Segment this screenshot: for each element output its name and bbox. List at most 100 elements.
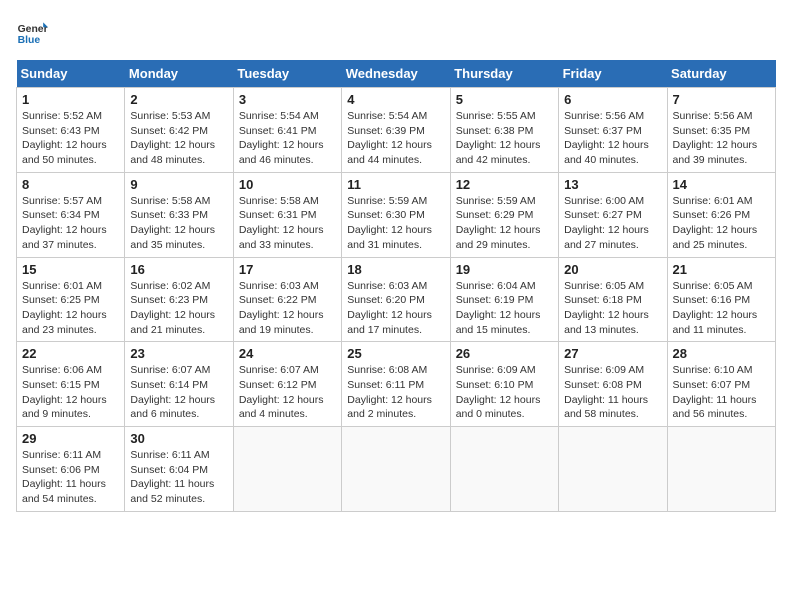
calendar-cell: 30 Sunrise: 6:11 AMSunset: 6:04 PMDaylig… [125, 427, 233, 512]
calendar-cell [559, 427, 667, 512]
day-number: 28 [673, 346, 770, 361]
day-info: Sunrise: 5:59 AMSunset: 6:30 PMDaylight:… [347, 195, 432, 251]
calendar-cell: 22 Sunrise: 6:06 AMSunset: 6:15 PMDaylig… [17, 342, 125, 427]
day-number: 30 [130, 431, 227, 446]
dow-header: Tuesday [233, 60, 341, 88]
calendar-cell: 9 Sunrise: 5:58 AMSunset: 6:33 PMDayligh… [125, 172, 233, 257]
calendar-cell: 10 Sunrise: 5:58 AMSunset: 6:31 PMDaylig… [233, 172, 341, 257]
day-number: 22 [22, 346, 119, 361]
day-number: 5 [456, 92, 553, 107]
day-number: 7 [673, 92, 770, 107]
day-number: 23 [130, 346, 227, 361]
day-number: 4 [347, 92, 444, 107]
svg-text:Blue: Blue [18, 35, 41, 46]
calendar-cell: 21 Sunrise: 6:05 AMSunset: 6:16 PMDaylig… [667, 257, 775, 342]
day-number: 24 [239, 346, 336, 361]
calendar-cell: 8 Sunrise: 5:57 AMSunset: 6:34 PMDayligh… [17, 172, 125, 257]
calendar-cell [667, 427, 775, 512]
day-info: Sunrise: 6:04 AMSunset: 6:19 PMDaylight:… [456, 280, 541, 336]
day-info: Sunrise: 6:05 AMSunset: 6:16 PMDaylight:… [673, 280, 758, 336]
calendar-cell: 15 Sunrise: 6:01 AMSunset: 6:25 PMDaylig… [17, 257, 125, 342]
calendar-cell: 3 Sunrise: 5:54 AMSunset: 6:41 PMDayligh… [233, 88, 341, 173]
calendar-cell: 24 Sunrise: 6:07 AMSunset: 6:12 PMDaylig… [233, 342, 341, 427]
day-number: 26 [456, 346, 553, 361]
calendar-cell: 12 Sunrise: 5:59 AMSunset: 6:29 PMDaylig… [450, 172, 558, 257]
day-info: Sunrise: 6:07 AMSunset: 6:14 PMDaylight:… [130, 364, 215, 420]
calendar-cell: 13 Sunrise: 6:00 AMSunset: 6:27 PMDaylig… [559, 172, 667, 257]
day-number: 13 [564, 177, 661, 192]
day-number: 16 [130, 262, 227, 277]
calendar-cell [233, 427, 341, 512]
calendar-cell: 2 Sunrise: 5:53 AMSunset: 6:42 PMDayligh… [125, 88, 233, 173]
day-number: 19 [456, 262, 553, 277]
day-info: Sunrise: 5:53 AMSunset: 6:42 PMDaylight:… [130, 110, 215, 166]
calendar-cell: 20 Sunrise: 6:05 AMSunset: 6:18 PMDaylig… [559, 257, 667, 342]
day-info: Sunrise: 5:55 AMSunset: 6:38 PMDaylight:… [456, 110, 541, 166]
calendar-week-row: 15 Sunrise: 6:01 AMSunset: 6:25 PMDaylig… [17, 257, 776, 342]
day-info: Sunrise: 5:52 AMSunset: 6:43 PMDaylight:… [22, 110, 107, 166]
calendar-cell: 11 Sunrise: 5:59 AMSunset: 6:30 PMDaylig… [342, 172, 450, 257]
day-info: Sunrise: 6:01 AMSunset: 6:26 PMDaylight:… [673, 195, 758, 251]
day-number: 14 [673, 177, 770, 192]
calendar-week-row: 29 Sunrise: 6:11 AMSunset: 6:06 PMDaylig… [17, 427, 776, 512]
day-info: Sunrise: 6:05 AMSunset: 6:18 PMDaylight:… [564, 280, 649, 336]
page-header: General Blue [16, 16, 776, 48]
calendar-cell: 28 Sunrise: 6:10 AMSunset: 6:07 PMDaylig… [667, 342, 775, 427]
day-number: 29 [22, 431, 119, 446]
logo: General Blue [16, 16, 48, 48]
day-info: Sunrise: 6:03 AMSunset: 6:22 PMDaylight:… [239, 280, 324, 336]
day-info: Sunrise: 5:54 AMSunset: 6:41 PMDaylight:… [239, 110, 324, 166]
calendar-cell: 17 Sunrise: 6:03 AMSunset: 6:22 PMDaylig… [233, 257, 341, 342]
day-info: Sunrise: 6:06 AMSunset: 6:15 PMDaylight:… [22, 364, 107, 420]
day-number: 10 [239, 177, 336, 192]
day-info: Sunrise: 5:58 AMSunset: 6:33 PMDaylight:… [130, 195, 215, 251]
day-number: 11 [347, 177, 444, 192]
calendar-cell: 26 Sunrise: 6:09 AMSunset: 6:10 PMDaylig… [450, 342, 558, 427]
days-of-week-row: SundayMondayTuesdayWednesdayThursdayFrid… [17, 60, 776, 88]
day-info: Sunrise: 6:09 AMSunset: 6:08 PMDaylight:… [564, 364, 648, 420]
calendar-cell: 19 Sunrise: 6:04 AMSunset: 6:19 PMDaylig… [450, 257, 558, 342]
day-info: Sunrise: 5:59 AMSunset: 6:29 PMDaylight:… [456, 195, 541, 251]
day-info: Sunrise: 5:57 AMSunset: 6:34 PMDaylight:… [22, 195, 107, 251]
dow-header: Friday [559, 60, 667, 88]
calendar-cell: 27 Sunrise: 6:09 AMSunset: 6:08 PMDaylig… [559, 342, 667, 427]
day-number: 8 [22, 177, 119, 192]
calendar-cell [450, 427, 558, 512]
calendar-cell: 6 Sunrise: 5:56 AMSunset: 6:37 PMDayligh… [559, 88, 667, 173]
day-info: Sunrise: 6:11 AMSunset: 6:04 PMDaylight:… [130, 449, 214, 505]
calendar-cell: 29 Sunrise: 6:11 AMSunset: 6:06 PMDaylig… [17, 427, 125, 512]
calendar-cell [342, 427, 450, 512]
day-number: 1 [22, 92, 119, 107]
calendar-cell: 18 Sunrise: 6:03 AMSunset: 6:20 PMDaylig… [342, 257, 450, 342]
dow-header: Monday [125, 60, 233, 88]
day-number: 12 [456, 177, 553, 192]
day-number: 21 [673, 262, 770, 277]
calendar-cell: 5 Sunrise: 5:55 AMSunset: 6:38 PMDayligh… [450, 88, 558, 173]
calendar-week-row: 1 Sunrise: 5:52 AMSunset: 6:43 PMDayligh… [17, 88, 776, 173]
day-info: Sunrise: 6:02 AMSunset: 6:23 PMDaylight:… [130, 280, 215, 336]
day-info: Sunrise: 5:58 AMSunset: 6:31 PMDaylight:… [239, 195, 324, 251]
calendar-cell: 25 Sunrise: 6:08 AMSunset: 6:11 PMDaylig… [342, 342, 450, 427]
day-info: Sunrise: 6:07 AMSunset: 6:12 PMDaylight:… [239, 364, 324, 420]
day-info: Sunrise: 6:09 AMSunset: 6:10 PMDaylight:… [456, 364, 541, 420]
dow-header: Sunday [17, 60, 125, 88]
day-number: 20 [564, 262, 661, 277]
day-info: Sunrise: 6:10 AMSunset: 6:07 PMDaylight:… [673, 364, 757, 420]
calendar-week-row: 22 Sunrise: 6:06 AMSunset: 6:15 PMDaylig… [17, 342, 776, 427]
day-number: 18 [347, 262, 444, 277]
calendar-cell: 1 Sunrise: 5:52 AMSunset: 6:43 PMDayligh… [17, 88, 125, 173]
day-info: Sunrise: 5:56 AMSunset: 6:37 PMDaylight:… [564, 110, 649, 166]
day-info: Sunrise: 6:11 AMSunset: 6:06 PMDaylight:… [22, 449, 106, 505]
calendar-week-row: 8 Sunrise: 5:57 AMSunset: 6:34 PMDayligh… [17, 172, 776, 257]
day-number: 3 [239, 92, 336, 107]
day-number: 27 [564, 346, 661, 361]
calendar-table: SundayMondayTuesdayWednesdayThursdayFrid… [16, 60, 776, 512]
day-number: 15 [22, 262, 119, 277]
logo-icon: General Blue [16, 16, 48, 48]
day-number: 17 [239, 262, 336, 277]
dow-header: Saturday [667, 60, 775, 88]
calendar-body: 1 Sunrise: 5:52 AMSunset: 6:43 PMDayligh… [17, 88, 776, 512]
dow-header: Thursday [450, 60, 558, 88]
dow-header: Wednesday [342, 60, 450, 88]
calendar-cell: 16 Sunrise: 6:02 AMSunset: 6:23 PMDaylig… [125, 257, 233, 342]
